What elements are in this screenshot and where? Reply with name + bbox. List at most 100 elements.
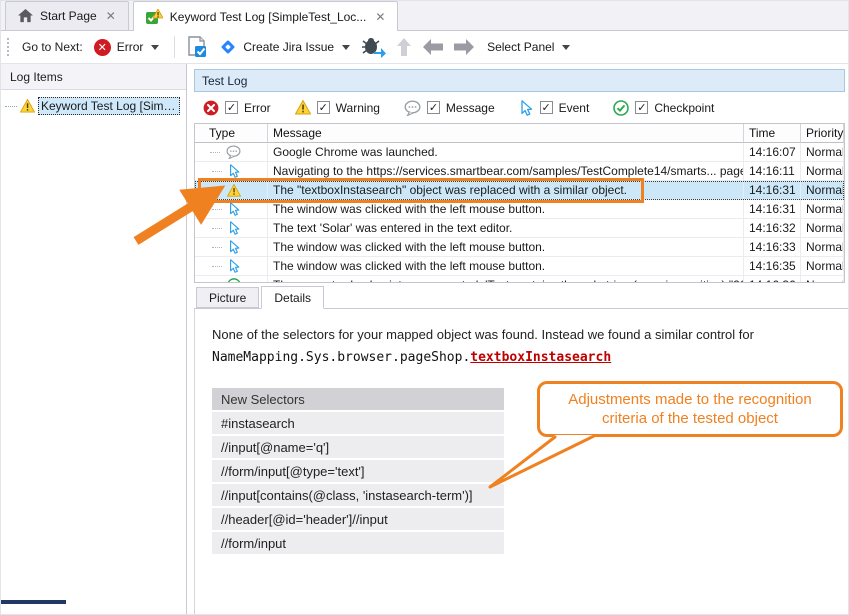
- selector-row[interactable]: //form/input[@type='text']: [212, 460, 504, 482]
- event-checkbox[interactable]: ✓: [540, 101, 553, 114]
- selector-row[interactable]: #instasearch: [212, 412, 504, 434]
- toolbar-separator: [174, 36, 175, 58]
- event-icon: [228, 202, 241, 216]
- previous-arrow-icon[interactable]: [421, 37, 445, 57]
- log-message: The window was clicked with the left mou…: [268, 200, 744, 219]
- log-row[interactable]: The property checkpoint was executed: 'T…: [195, 276, 844, 283]
- tab-keyword-test-log[interactable]: Keyword Test Log [SimpleTest_Loc... ✕: [133, 1, 399, 31]
- filter-label: Event: [559, 101, 590, 115]
- new-selectors-header: New Selectors: [212, 388, 504, 410]
- log-table-header: Type Message Time Priority: [195, 124, 844, 143]
- error-icon: ✕: [94, 39, 111, 56]
- error-button-label: Error: [117, 40, 144, 54]
- details-content: None of the selectors for your mapped ob…: [194, 309, 848, 614]
- post-issue-bug-icon[interactable]: [361, 36, 387, 58]
- column-header-type[interactable]: Type: [195, 124, 268, 143]
- detail-tab-strip: Picture Details: [194, 286, 848, 309]
- log-time: 14:16:31: [744, 181, 801, 200]
- test-log-icon: [146, 9, 163, 25]
- jira-icon: [219, 38, 237, 56]
- home-icon: [18, 9, 33, 23]
- create-jira-label: Create Jira Issue: [243, 40, 334, 54]
- mapping-prefix: NameMapping.Sys.browser.pageShop.: [212, 350, 470, 365]
- selector-row[interactable]: //input[contains(@class, 'instasearch-te…: [212, 484, 504, 506]
- filter-event: ✓ Event: [519, 100, 590, 116]
- log-time: 14:16:07: [744, 143, 801, 162]
- filter-error: ✓ Error: [203, 100, 271, 116]
- warning-checkbox[interactable]: ✓: [317, 101, 330, 114]
- event-icon: [519, 100, 534, 116]
- log-time: 14:16:32: [744, 219, 801, 238]
- details-description: None of the selectors for your mapped ob…: [212, 327, 754, 342]
- log-priority: Normal: [801, 219, 844, 238]
- document-tab-bar: Start Page ✕ Keyword Test Log [SimpleTes…: [1, 1, 848, 31]
- log-row[interactable]: Navigating to the https://services.smart…: [195, 162, 844, 181]
- log-items-header: Log Items: [1, 64, 186, 90]
- close-icon[interactable]: ✕: [104, 9, 118, 23]
- log-time: 14:16:11: [744, 162, 801, 181]
- test-log-panel-title: Test Log: [194, 69, 845, 92]
- log-row[interactable]: The window was clicked with the left mou…: [195, 238, 844, 257]
- error-icon: [203, 100, 219, 116]
- new-selectors-table: New Selectors #instasearch//input[@name=…: [212, 388, 504, 556]
- event-icon: [228, 259, 241, 273]
- filter-label: Checkpoint: [654, 101, 714, 115]
- filter-label: Message: [446, 101, 495, 115]
- log-row[interactable]: The "textboxInstasearch" object was repl…: [195, 181, 844, 200]
- next-arrow-icon[interactable]: [452, 37, 476, 57]
- tab-start-page[interactable]: Start Page ✕: [5, 1, 129, 30]
- message-checkbox[interactable]: ✓: [427, 101, 440, 114]
- column-header-message[interactable]: Message: [268, 124, 744, 143]
- log-message: The text 'Solar' was entered in the text…: [268, 219, 744, 238]
- log-table: Type Message Time Priority Google Chrome…: [194, 123, 845, 283]
- log-row[interactable]: Google Chrome was launched.14:16:07Norma…: [195, 143, 844, 162]
- log-items-tree-node[interactable]: Keyword Test Log [SimpleT...: [1, 97, 186, 115]
- select-panel-button[interactable]: Select Panel: [483, 37, 574, 57]
- go-to-next-error-button[interactable]: ✕ Error: [90, 36, 164, 59]
- log-message: Navigating to the https://services.smart…: [268, 162, 744, 181]
- log-filter-bar: ✓ Error ✓ Warning ✓ Message: [194, 92, 845, 123]
- log-message: The window was clicked with the left mou…: [268, 257, 744, 276]
- log-time: 14:16:31: [744, 200, 801, 219]
- event-icon: [228, 240, 241, 254]
- log-table-body: Google Chrome was launched.14:16:07 Norma…: [195, 143, 844, 283]
- log-row[interactable]: The text 'Solar' was entered in the text…: [195, 219, 844, 238]
- log-priority: Normal: [801, 276, 844, 283]
- up-arrow-icon[interactable]: [394, 36, 414, 58]
- event-icon: [228, 221, 241, 235]
- log-items-panel: Log Items Keyword Test Log [SimpleT...: [1, 64, 187, 614]
- log-message: Google Chrome was launched.: [268, 143, 744, 162]
- warning-icon: [20, 99, 35, 113]
- tab-label: Start Page: [40, 9, 97, 23]
- filter-label: Warning: [336, 101, 380, 115]
- report-check-icon[interactable]: [186, 36, 208, 58]
- log-row[interactable]: The window was clicked with the left mou…: [195, 257, 844, 276]
- tab-picture[interactable]: Picture: [196, 287, 259, 308]
- log-row[interactable]: The window was clicked with the left mou…: [195, 200, 844, 219]
- tab-details[interactable]: Details: [261, 286, 324, 309]
- mapping-line: NameMapping.Sys.browser.pageShop.textbox…: [212, 350, 611, 365]
- log-message: The window was clicked with the left mou…: [268, 238, 744, 257]
- log-toolbar: Go to Next: ✕ Error Create Jira Issue: [1, 31, 848, 64]
- close-icon[interactable]: ✕: [373, 10, 387, 24]
- warning-icon: [227, 184, 241, 197]
- chevron-down-icon: [342, 45, 350, 50]
- column-header-priority[interactable]: Priority: [801, 124, 844, 143]
- column-header-time[interactable]: Time: [744, 124, 801, 143]
- chevron-down-icon: [151, 45, 159, 50]
- selector-row[interactable]: //input[@name='q']: [212, 436, 504, 458]
- create-jira-issue-button[interactable]: Create Jira Issue: [215, 35, 354, 59]
- filter-warning: ✓ Warning: [295, 100, 380, 115]
- tree-connector: [5, 106, 17, 107]
- log-priority: Normal: [801, 200, 844, 219]
- toolbar-grip[interactable]: [7, 38, 11, 56]
- checkpoint-checkbox[interactable]: ✓: [635, 101, 648, 114]
- error-checkbox[interactable]: ✓: [225, 101, 238, 114]
- log-priority: Normal: [801, 238, 844, 257]
- mapping-object-link[interactable]: textboxInstasearch: [470, 350, 611, 365]
- log-time: 14:16:35: [744, 257, 801, 276]
- selector-row[interactable]: //header[@id='header']//input: [212, 508, 504, 530]
- selector-row[interactable]: //form/input: [212, 532, 504, 554]
- log-priority: Normal: [801, 257, 844, 276]
- log-message: The property checkpoint was executed: 'T…: [268, 276, 744, 283]
